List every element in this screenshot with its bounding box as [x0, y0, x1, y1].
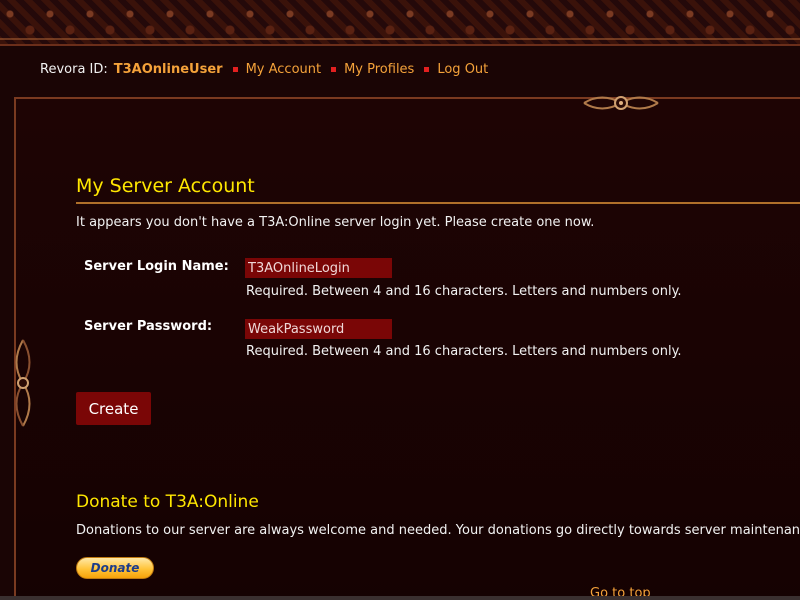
revora-id-label: Revora ID: [40, 61, 108, 77]
password-help: Required. Between 4 and 16 characters. L… [246, 344, 682, 359]
login-name-help: Required. Between 4 and 16 characters. L… [246, 284, 682, 299]
donate-button[interactable]: Donate [76, 557, 154, 579]
title-divider [76, 202, 800, 204]
login-name-label: Server Login Name: [84, 259, 229, 274]
username: T3AOnlineUser [113, 61, 223, 77]
page: Revora ID: T3AOnlineUser My Account My P… [0, 0, 800, 600]
top-nav: Revora ID: T3AOnlineUser My Account My P… [40, 60, 488, 78]
account-intro-text: It appears you don't have a T3A:Online s… [76, 215, 595, 230]
password-input[interactable] [245, 319, 392, 339]
nav-bullet-icon [331, 66, 337, 72]
nav-my-account-link[interactable]: My Account [246, 62, 322, 77]
bottom-strip [0, 596, 800, 600]
side-ornament-icon [15, 339, 31, 427]
account-title: My Server Account [76, 175, 255, 197]
nav-bullet-icon [232, 66, 238, 72]
nav-bullet-icon [424, 66, 430, 72]
donate-title: Donate to T3A:Online [76, 492, 259, 512]
create-button[interactable]: Create [76, 392, 151, 425]
ornament-icon [583, 96, 659, 110]
login-name-input[interactable] [245, 258, 392, 278]
nav-my-profiles-link[interactable]: My Profiles [344, 62, 414, 77]
donate-text: Donations to our server are always welco… [76, 523, 800, 538]
password-label: Server Password: [84, 319, 213, 334]
nav-log-out-link[interactable]: Log Out [437, 62, 488, 77]
decorative-banner [0, 0, 800, 46]
